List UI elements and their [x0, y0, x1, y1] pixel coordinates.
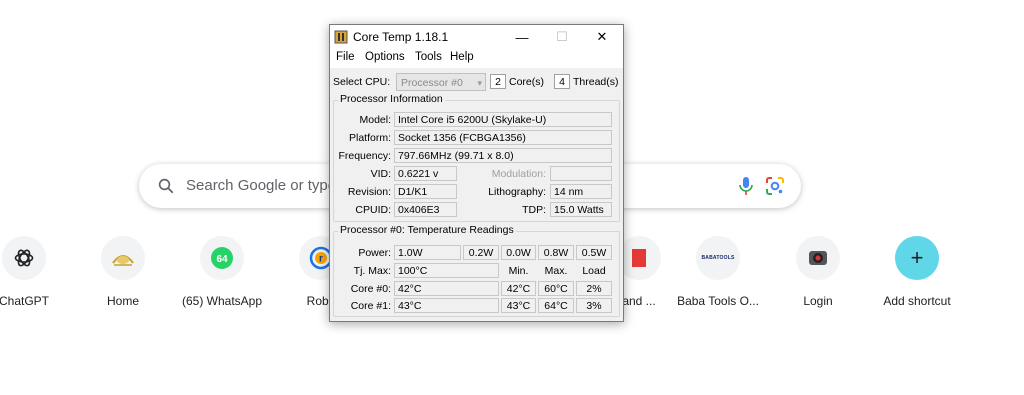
platform-value: Socket 1356 (FCBGA1356) [394, 130, 612, 145]
shortcut-label: Login [803, 294, 833, 308]
core0-max: 60°C [538, 281, 574, 296]
search-icon [158, 178, 174, 194]
core0-temp: 42°C [394, 281, 499, 296]
tjmax-value: 100°C [394, 263, 499, 278]
max-column-header: Max. [538, 263, 574, 278]
model-label: Model: [359, 114, 391, 126]
menu-tools[interactable]: Tools [415, 51, 442, 63]
add-shortcut-button[interactable]: + Add shortcut [861, 236, 973, 316]
red-site-icon [632, 249, 646, 267]
whatsapp-icon: 64 [211, 247, 233, 269]
vid-value: 0.6221 v [394, 166, 457, 181]
shortcut-baba-tools[interactable]: BABATOOLS Baba Tools O... [662, 236, 774, 316]
power-label: Power: [358, 247, 391, 259]
whatsapp-badge: 64 [216, 254, 228, 265]
load-column-header: Load [576, 263, 612, 278]
vid-label: VID: [370, 168, 391, 180]
core1-temp: 43°C [394, 298, 499, 313]
chevron-down-icon: ▾ [477, 78, 482, 88]
menu-help[interactable]: Help [450, 51, 474, 63]
coretemp-window[interactable]: Core Temp 1.18.1 — ☐ ✕ File Options Tool… [329, 24, 624, 322]
home-logo-icon [112, 255, 134, 266]
core1-min: 43°C [501, 298, 536, 313]
login-camera-icon [809, 251, 827, 265]
tdp-label: TDP: [522, 204, 546, 216]
cpu-select[interactable]: Processor #0 ▾ [396, 73, 486, 91]
threads-label: Thread(s) [573, 76, 619, 88]
core0-label: Core #0: [350, 283, 391, 295]
baba-tools-icon: BABATOOLS [701, 255, 735, 261]
shortcut-login[interactable]: Login [762, 236, 874, 316]
svg-text:r: r [319, 254, 323, 265]
menu-bar: File Options Tools Help [330, 49, 623, 68]
core0-load: 2% [576, 281, 612, 296]
core1-max: 64°C [538, 298, 574, 313]
revision-label: Revision: [347, 186, 391, 198]
shortcut-home[interactable]: Home [67, 236, 179, 316]
lithography-value: 14 nm [550, 184, 612, 199]
frequency-value: 797.66MHz (99.71 x 8.0) [394, 148, 612, 163]
menu-options[interactable]: Options [365, 51, 405, 63]
title-bar[interactable]: Core Temp 1.18.1 — ☐ ✕ [330, 25, 623, 49]
google-lens-icon[interactable] [765, 176, 785, 196]
tdp-value: 15.0 Watts [550, 202, 612, 217]
menu-file[interactable]: File [336, 51, 355, 63]
shortcut-label: Baba Tools O... [677, 294, 759, 308]
power-value-cores: 0.2W [463, 245, 499, 260]
power-value-gpu: 0.5W [576, 245, 612, 260]
microphone-icon[interactable] [737, 176, 755, 196]
platform-label: Platform: [348, 132, 391, 144]
min-column-header: Min. [501, 263, 536, 278]
power-value-dram: 0.8W [538, 245, 574, 260]
shortcut-whatsapp[interactable]: 64 (65) WhatsApp [166, 236, 278, 316]
threads-count: 4 [554, 74, 570, 89]
shortcut-label: Home [106, 294, 139, 308]
power-value-package: 1.0W [394, 245, 461, 260]
cpuid-value: 0x406E3 [394, 202, 457, 217]
core0-min: 42°C [501, 281, 536, 296]
revision-value: D1/K1 [394, 184, 457, 199]
processor-info-title: Processor Information [338, 93, 445, 105]
search-placeholder: Search Google or type [186, 177, 337, 194]
plus-icon: + [910, 245, 924, 270]
cores-count: 2 [490, 74, 506, 89]
maximize-button[interactable]: ☐ [544, 25, 580, 49]
shortcut-label: Add shortcut [883, 294, 951, 308]
temperature-readings-title: Processor #0: Temperature Readings [338, 224, 516, 236]
chatgpt-icon [14, 249, 34, 267]
model-value: Intel Core i5 6200U (Skylake-U) [394, 112, 612, 127]
cores-label: Core(s) [509, 76, 545, 88]
close-button[interactable]: ✕ [584, 25, 620, 49]
core1-load: 3% [576, 298, 612, 313]
window-title: Core Temp 1.18.1 [353, 30, 449, 44]
cpu-select-value: Processor #0 [401, 77, 463, 89]
modulation-value [550, 166, 612, 181]
tjmax-label: Tj. Max: [353, 265, 391, 277]
cpuid-label: CPUID: [355, 204, 391, 216]
frequency-label: Frequency: [338, 150, 391, 162]
select-cpu-label: Select CPU: [333, 76, 391, 88]
modulation-label: Modulation: [491, 168, 546, 180]
coretemp-app-icon [334, 30, 348, 44]
minimize-button[interactable]: — [504, 25, 540, 49]
lithography-label: Lithography: [488, 186, 546, 198]
shortcut-label: (65) WhatsApp [181, 294, 263, 308]
power-value-uncore: 0.0W [501, 245, 536, 260]
core1-label: Core #1: [350, 300, 391, 312]
